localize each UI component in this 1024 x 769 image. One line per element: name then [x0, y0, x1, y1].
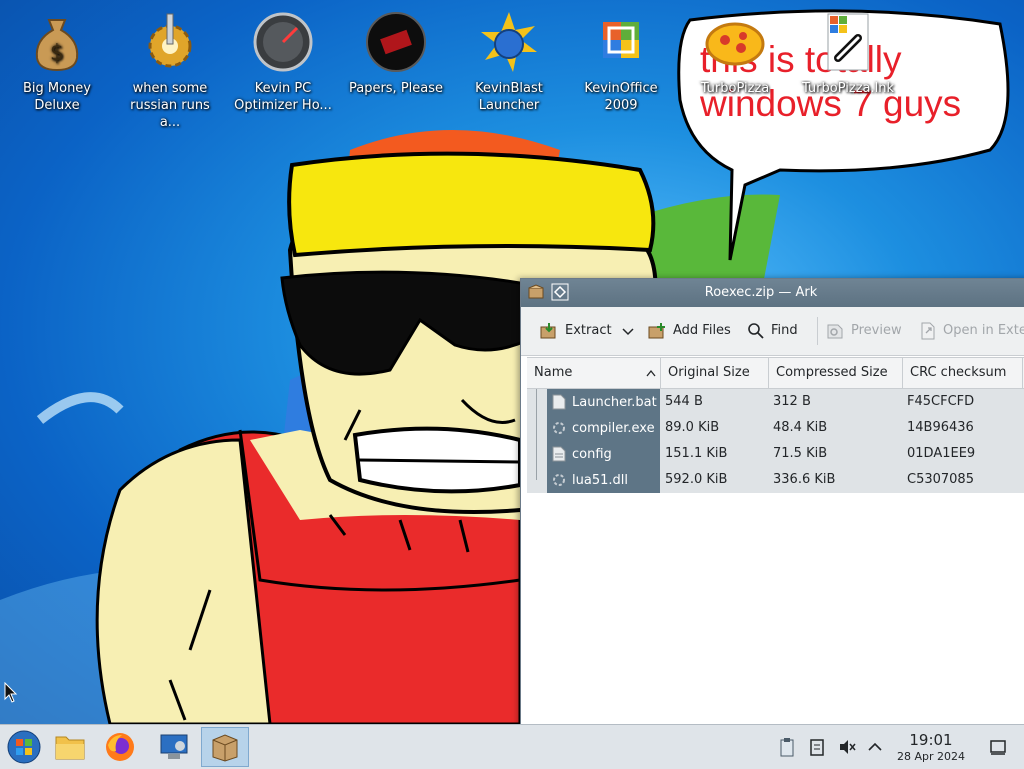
globe-launcher-icon: [481, 12, 537, 72]
original-size-cell: 151.1 KiB: [665, 446, 728, 461]
mouse-cursor-icon: [4, 682, 18, 703]
sort-ascending-icon: [646, 369, 656, 377]
crc-cell: 14B96436: [907, 420, 974, 435]
desktop: this is totally windows 7 guys $ Big Mon…: [0, 0, 1024, 724]
clipboard-icon[interactable]: [777, 737, 797, 757]
window-title: Roexec.zip — Ark: [704, 285, 818, 300]
desktop-icon-russian[interactable]: when some russian runs a...: [115, 4, 225, 131]
taskbar-file-manager[interactable]: [46, 727, 94, 767]
extract-icon: [540, 323, 556, 339]
system-settings-icon: [160, 734, 188, 759]
crc-cell: F45CFCFD: [907, 394, 975, 409]
svg-text:$: $: [50, 41, 64, 66]
original-size-cell: 89.0 KiB: [665, 420, 720, 435]
preview-icon: [827, 324, 843, 339]
clock-time[interactable]: 19:01: [896, 731, 966, 749]
desktop-icon-kevinoffice[interactable]: KevinOffice 2009: [566, 4, 676, 114]
search-icon: [748, 323, 764, 339]
taskbar-system-settings[interactable]: [150, 727, 198, 767]
clock-date[interactable]: 28 Apr 2024: [890, 750, 972, 763]
volume-muted-icon[interactable]: [837, 737, 857, 757]
column-header-crc[interactable]: CRC checksum: [903, 358, 1023, 388]
file-name-cell[interactable]: compiler.exe: [547, 415, 660, 441]
library-file-icon: [553, 474, 565, 486]
start-menu-icon: [7, 730, 41, 764]
column-header-original-size[interactable]: Original Size: [661, 358, 769, 388]
desktop-icon-turbopizza-lnk[interactable]: TurboPizza.lnk: [793, 4, 903, 97]
tree-branch: [536, 467, 537, 480]
ark-icon: [212, 734, 238, 762]
tree-branch: [536, 441, 537, 467]
desktop-icon-papers-please[interactable]: Papers, Please: [341, 4, 451, 97]
tree-branch: [536, 389, 537, 415]
table-row[interactable]: Launcher.bat 544 B 312 B F45CFCFD: [527, 389, 1024, 415]
compressed-size-cell: 48.4 KiB: [773, 420, 828, 435]
find-button[interactable]: Find: [747, 321, 798, 341]
office-icon: [603, 22, 639, 58]
speedometer-icon: [253, 12, 313, 72]
add-files-icon: [648, 323, 665, 339]
open-in-external-button[interactable]: Open in Exter: [919, 321, 1024, 341]
show-desktop-icon[interactable]: [988, 737, 1008, 757]
gear-icon: [148, 13, 192, 68]
extract-button[interactable]: Extract: [539, 321, 612, 341]
compressed-size-cell: 71.5 KiB: [773, 446, 828, 461]
desktop-icon-kevin-optimizer[interactable]: Kevin PC Optimizer Ho...: [228, 4, 338, 114]
file-manager-icon: [55, 736, 85, 760]
preview-button[interactable]: Preview: [825, 321, 902, 341]
text-file-icon: [552, 446, 566, 462]
desktop-icon-turbopizza[interactable]: TurboPizza: [680, 4, 790, 97]
file-name-cell[interactable]: Launcher.bat: [547, 389, 660, 415]
firefox-icon: [106, 733, 134, 761]
extract-dropdown-chevron-icon[interactable]: [622, 327, 634, 337]
table-row[interactable]: compiler.exe 89.0 KiB 48.4 KiB 14B96436: [527, 415, 1024, 441]
column-header-compressed-size[interactable]: Compressed Size: [769, 358, 903, 388]
papers-please-icon: [366, 12, 426, 72]
ark-window[interactable]: Roexec.zip — Ark Extract Add Files Find …: [520, 278, 1024, 724]
table-row[interactable]: lua51.dll 592.0 KiB 336.6 KiB C5307085: [527, 467, 1024, 493]
start-menu-button[interactable]: [0, 727, 48, 767]
taskbar-firefox[interactable]: [96, 727, 144, 767]
taskbar-ark[interactable]: [201, 727, 249, 767]
taskbar: 19:01 28 Apr 2024: [0, 724, 1024, 769]
table-header: Name Original Size Compressed Size CRC c…: [527, 357, 1024, 389]
chevron-up-icon[interactable]: [865, 737, 885, 757]
open-external-icon: [921, 322, 935, 340]
compressed-size-cell: 312 B: [773, 394, 811, 409]
original-size-cell: 544 B: [665, 394, 703, 409]
toolbar-separator: [817, 317, 818, 345]
compressed-size-cell: 336.6 KiB: [773, 472, 836, 487]
notes-icon[interactable]: [807, 737, 827, 757]
script-file-icon: [552, 394, 566, 410]
shortcut-icon: [827, 13, 869, 71]
ark-toolbar: Extract Add Files Find Preview Open in E…: [521, 307, 1024, 356]
crc-cell: 01DA1EE9: [907, 446, 976, 461]
add-files-button[interactable]: Add Files: [647, 321, 731, 341]
desktop-icon-kevinblast[interactable]: KevinBlast Launcher: [454, 4, 564, 114]
original-size-cell: 592.0 KiB: [665, 472, 728, 487]
executable-file-icon: [553, 422, 565, 434]
tree-branch: [536, 415, 537, 441]
archive-file-table: Name Original Size Compressed Size CRC c…: [527, 357, 1024, 493]
crc-cell: C5307085: [907, 472, 974, 487]
table-row[interactable]: config 151.1 KiB 71.5 KiB 01DA1EE9: [527, 441, 1024, 467]
pizza-icon: [705, 22, 765, 66]
file-name-cell[interactable]: lua51.dll: [547, 467, 660, 493]
money-bag-icon: $: [35, 19, 79, 72]
ark-titlebar[interactable]: Roexec.zip — Ark: [521, 279, 1024, 307]
file-name-cell[interactable]: config: [547, 441, 660, 467]
desktop-icon-big-money[interactable]: $ Big Money Deluxe: [2, 4, 112, 114]
column-header-name[interactable]: Name: [527, 358, 661, 388]
